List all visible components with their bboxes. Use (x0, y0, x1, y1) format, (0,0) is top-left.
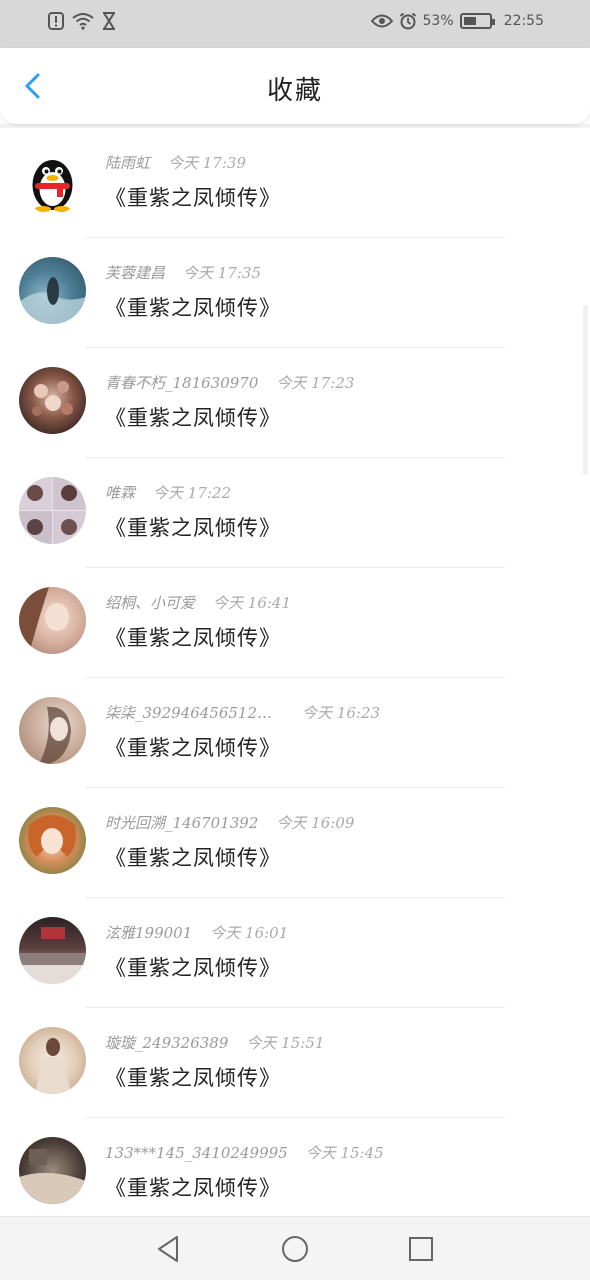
battery-icon (459, 13, 495, 29)
status-left (48, 12, 116, 30)
list-item[interactable]: 璇璇_249326389 今天 15:51 《重紫之凤倾传》 (0, 1008, 590, 1118)
user-name[interactable]: 青春不朽_181630970 (105, 374, 258, 392)
woman-coat-image (35, 1038, 71, 1094)
item-time: 今天 15:51 (246, 1034, 325, 1052)
collage-avatar[interactable] (19, 477, 86, 544)
user-name[interactable]: 芙蓉建昌 (105, 264, 165, 282)
eye-icon (370, 14, 393, 28)
item-meta: 133***145_3410249995 今天 15:45 (105, 1142, 384, 1163)
woman-coat-avatar[interactable] (19, 1027, 86, 1094)
wifi-icon (72, 13, 94, 30)
list-item[interactable]: 芙蓉建昌 今天 17:35 《重紫之凤倾传》 (0, 238, 590, 348)
item-meta: 唯霖 今天 17:22 (105, 482, 231, 503)
nav-home-button[interactable] (279, 1233, 311, 1265)
list-item[interactable]: 绍桐、小可爱 今天 16:41 《重紫之凤倾传》 (0, 568, 590, 678)
battery-percent: 53% (422, 13, 454, 29)
user-name[interactable]: 绍桐、小可爱 (105, 594, 195, 612)
item-meta: 柒柒_392946456512… 今天 16:23 (105, 702, 380, 723)
user-name[interactable]: 陆雨虹 (105, 154, 150, 172)
item-time: 今天 17:22 (153, 484, 232, 502)
book-title[interactable]: 《重紫之凤倾传》 (105, 1062, 281, 1092)
girl-avatar[interactable] (19, 587, 86, 654)
item-meta: 青春不朽_181630970 今天 17:23 (105, 372, 354, 393)
status-bar: 53% 22:55 (0, 0, 590, 48)
landscape-avatar[interactable] (19, 257, 86, 324)
penguin-icon (32, 160, 73, 212)
portrait-image (39, 706, 71, 764)
item-time: 今天 16:23 (302, 704, 381, 722)
list-item[interactable]: 青春不朽_181630970 今天 17:23 《重紫之凤倾传》 (0, 348, 590, 458)
girl-orange-avatar[interactable] (19, 807, 86, 874)
list-item[interactable]: 陆雨虹 今天 17:39 《重紫之凤倾传》 (0, 128, 590, 238)
scrollbar[interactable] (583, 305, 588, 475)
system-nav-bar (0, 1216, 590, 1280)
restaurant-image (19, 927, 86, 984)
room-image (19, 1149, 86, 1204)
book-title[interactable]: 《重紫之凤倾传》 (105, 512, 281, 542)
hourglass-icon (103, 12, 115, 30)
item-meta: 绍桐、小可爱 今天 16:41 (105, 592, 291, 613)
header-bar: 收藏 (0, 48, 590, 124)
flowers-avatar[interactable] (19, 367, 86, 434)
restaurant-avatar[interactable] (19, 917, 86, 984)
nav-back-button[interactable] (153, 1233, 185, 1265)
list-item[interactable]: 泫雅199001 今天 16:01 《重紫之凤倾传》 (0, 898, 590, 1008)
item-meta: 璇璇_249326389 今天 15:51 (105, 1032, 324, 1053)
flowers-image (32, 381, 73, 416)
collage-image (19, 477, 86, 544)
book-title[interactable]: 《重紫之凤倾传》 (105, 622, 281, 652)
book-title[interactable]: 《重紫之凤倾传》 (105, 1172, 281, 1202)
item-time: 今天 17:23 (276, 374, 355, 392)
book-title[interactable]: 《重紫之凤倾传》 (105, 182, 281, 212)
item-time: 今天 16:09 (276, 814, 355, 832)
landscape-image (19, 277, 86, 324)
penguin-avatar[interactable] (19, 147, 86, 214)
girl-orange-image (28, 815, 76, 857)
item-meta: 泫雅199001 今天 16:01 (105, 922, 288, 943)
item-time: 今天 17:39 (168, 154, 247, 172)
book-title[interactable]: 《重紫之凤倾传》 (105, 402, 281, 432)
alarm-icon (399, 12, 416, 30)
user-name[interactable]: 133***145_3410249995 (105, 1144, 288, 1162)
book-title[interactable]: 《重紫之凤倾传》 (105, 842, 281, 872)
item-time: 今天 16:01 (210, 924, 289, 942)
item-time: 今天 17:35 (183, 264, 262, 282)
item-time: 今天 15:45 (305, 1144, 384, 1162)
nav-recent-button[interactable] (405, 1233, 437, 1265)
list-item[interactable]: 133***145_3410249995 今天 15:45 《重紫之凤倾传》 (0, 1118, 590, 1216)
clock: 22:55 (503, 13, 544, 29)
girl-image (19, 587, 69, 654)
room-avatar[interactable] (19, 1137, 86, 1204)
list-item[interactable]: 时光回溯_146701392 今天 16:09 《重紫之凤倾传》 (0, 788, 590, 898)
item-meta: 时光回溯_146701392 今天 16:09 (105, 812, 354, 833)
status-right: 53% 22:55 (370, 12, 544, 30)
square-recent-icon (409, 1237, 433, 1261)
user-name[interactable]: 泫雅199001 (105, 924, 192, 942)
book-title[interactable]: 《重紫之凤倾传》 (105, 732, 281, 762)
book-title[interactable]: 《重紫之凤倾传》 (105, 292, 281, 322)
page-title: 收藏 (266, 76, 323, 106)
circle-home-icon (282, 1236, 308, 1262)
alert-icon (48, 12, 64, 30)
item-meta: 芙蓉建昌 今天 17:35 (105, 262, 261, 283)
battery-fill (463, 17, 477, 25)
favorites-list[interactable]: 陆雨虹 今天 17:39 《重紫之凤倾传》 芙蓉建昌 今天 17:35 《重紫之凤倾… (0, 128, 590, 1216)
user-name[interactable]: 璇璇_249326389 (105, 1034, 228, 1052)
portrait-avatar[interactable] (19, 697, 86, 764)
list-item[interactable]: 柒柒_392946456512… 今天 16:23 《重紫之凤倾传》 (0, 678, 590, 788)
item-time: 今天 16:41 (213, 594, 292, 612)
user-name[interactable]: 柒柒_392946456512… (105, 704, 272, 722)
list-item[interactable]: 唯霖 今天 17:22 《重紫之凤倾传》 (0, 458, 590, 568)
triangle-back-icon (158, 1236, 178, 1262)
user-name[interactable]: 时光回溯_146701392 (105, 814, 258, 832)
item-meta: 陆雨虹 今天 17:39 (105, 152, 246, 173)
book-title[interactable]: 《重紫之凤倾传》 (105, 952, 281, 982)
user-name[interactable]: 唯霖 (105, 484, 135, 502)
